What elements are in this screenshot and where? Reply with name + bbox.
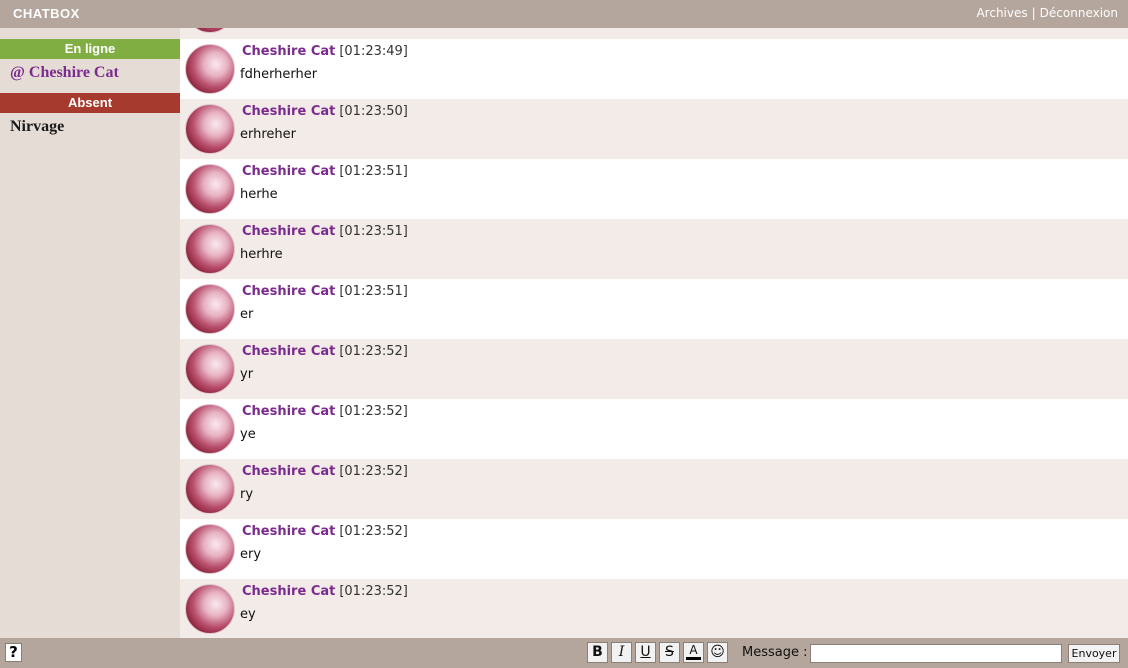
- message-text: erhreher: [240, 127, 296, 142]
- message-row: Cheshire Cat [01:23:50] erhreher: [180, 99, 1128, 159]
- message-time: [01:23:49]: [339, 44, 408, 59]
- brand-title: CHATBOX: [13, 6, 80, 21]
- avatar-icon[interactable]: [185, 524, 235, 574]
- message-author[interactable]: Cheshire Cat: [242, 104, 335, 119]
- message-time: [01:23:52]: [339, 584, 408, 599]
- message-time: [01:23:52]: [339, 404, 408, 419]
- message-row: Cheshire Cat [01:23:52] ey: [180, 579, 1128, 638]
- message-time: [01:23:52]: [339, 464, 408, 479]
- absent-section-title: Absent: [0, 93, 180, 113]
- message-time: [01:23:51]: [339, 284, 408, 299]
- message-meta: Cheshire Cat [01:23:51]: [242, 284, 408, 299]
- message-text: er: [240, 307, 254, 322]
- message-meta: Cheshire Cat [01:23:51]: [242, 224, 408, 239]
- italic-button[interactable]: I: [611, 642, 632, 663]
- online-user-item[interactable]: @ Cheshire Cat: [0, 59, 180, 93]
- message-row: Cheshire Cat [01:23:52] ry: [180, 459, 1128, 519]
- bottom-toolbar: ? B I U S A ☺ Message : Envoyer: [0, 638, 1128, 668]
- message-author[interactable]: Cheshire Cat: [242, 44, 335, 59]
- strikethrough-button[interactable]: S: [659, 642, 680, 663]
- user-list-sidebar: En ligne @ Cheshire Cat Absent Nirvage: [0, 28, 180, 638]
- message-author[interactable]: Cheshire Cat: [242, 344, 335, 359]
- smiley-icon[interactable]: ☺: [707, 642, 728, 663]
- avatar-icon[interactable]: [185, 584, 235, 634]
- message-row: Cheshire Cat [01:23:51] herhe: [180, 159, 1128, 219]
- avatar-icon: [185, 28, 235, 33]
- message-row-partial: [180, 28, 1128, 39]
- message-meta: Cheshire Cat [01:23:50]: [242, 104, 408, 119]
- avatar-icon[interactable]: [185, 344, 235, 394]
- message-text: ey: [240, 607, 256, 622]
- message-row: Cheshire Cat [01:23:51] er: [180, 279, 1128, 339]
- message-meta: Cheshire Cat [01:23:52]: [242, 584, 408, 599]
- message-meta: Cheshire Cat [01:23:52]: [242, 344, 408, 359]
- text-color-button[interactable]: A: [683, 642, 704, 663]
- bold-button[interactable]: B: [587, 642, 608, 663]
- message-time: [01:23:52]: [339, 524, 408, 539]
- message-meta: Cheshire Cat [01:23:52]: [242, 524, 408, 539]
- message-row: Cheshire Cat [01:23:52] ery: [180, 519, 1128, 579]
- avatar-icon[interactable]: [185, 284, 235, 334]
- message-meta: Cheshire Cat [01:23:49]: [242, 44, 408, 59]
- message-author[interactable]: Cheshire Cat: [242, 164, 335, 179]
- avatar-icon[interactable]: [185, 44, 235, 94]
- message-meta: Cheshire Cat [01:23:52]: [242, 404, 408, 419]
- help-icon[interactable]: ?: [5, 643, 22, 662]
- header-links: Archives | Déconnexion: [976, 6, 1118, 20]
- message-row: Cheshire Cat [01:23:52] ye: [180, 399, 1128, 459]
- send-button[interactable]: Envoyer: [1068, 644, 1120, 663]
- message-row: Cheshire Cat [01:23:51] herhre: [180, 219, 1128, 279]
- message-author[interactable]: Cheshire Cat: [242, 584, 335, 599]
- message-text: ye: [240, 427, 256, 442]
- message-text: ery: [240, 547, 262, 562]
- message-text: herhre: [240, 247, 283, 262]
- message-label: Message :: [742, 645, 808, 660]
- message-time: [01:23:51]: [339, 164, 408, 179]
- underline-button[interactable]: U: [635, 642, 656, 663]
- link-separator: |: [1031, 6, 1036, 20]
- avatar-icon[interactable]: [185, 104, 235, 154]
- message-list[interactable]: Cheshire Cat [01:23:49] fdherherher Chesh…: [180, 28, 1128, 638]
- message-text: fdherherher: [240, 67, 318, 82]
- message-time: [01:23:51]: [339, 224, 408, 239]
- message-author[interactable]: Cheshire Cat: [242, 224, 335, 239]
- archives-link[interactable]: Archives: [976, 6, 1027, 20]
- message-author[interactable]: Cheshire Cat: [242, 404, 335, 419]
- message-text: ry: [240, 487, 254, 502]
- online-section-title: En ligne: [0, 39, 180, 59]
- message-text: herhe: [240, 187, 278, 202]
- message-author[interactable]: Cheshire Cat: [242, 284, 335, 299]
- message-author[interactable]: Cheshire Cat: [242, 524, 335, 539]
- message-author[interactable]: Cheshire Cat: [242, 464, 335, 479]
- message-row: Cheshire Cat [01:23:52] yr: [180, 339, 1128, 399]
- message-text: yr: [240, 367, 254, 382]
- message-row: Cheshire Cat [01:23:49] fdherherher: [180, 39, 1128, 99]
- logout-link[interactable]: Déconnexion: [1040, 6, 1118, 20]
- message-time: [01:23:50]: [339, 104, 408, 119]
- avatar-icon[interactable]: [185, 404, 235, 454]
- message-meta: Cheshire Cat [01:23:52]: [242, 464, 408, 479]
- avatar-icon[interactable]: [185, 164, 235, 214]
- message-meta: Cheshire Cat [01:23:51]: [242, 164, 408, 179]
- absent-user-item[interactable]: Nirvage: [0, 113, 180, 142]
- avatar-icon[interactable]: [185, 464, 235, 514]
- avatar-icon[interactable]: [185, 224, 235, 274]
- top-bar: CHATBOX Archives | Déconnexion: [0, 0, 1128, 28]
- text-color-label: A: [689, 643, 698, 657]
- color-bar: [686, 657, 701, 660]
- message-input[interactable]: [810, 644, 1062, 663]
- message-time: [01:23:52]: [339, 344, 408, 359]
